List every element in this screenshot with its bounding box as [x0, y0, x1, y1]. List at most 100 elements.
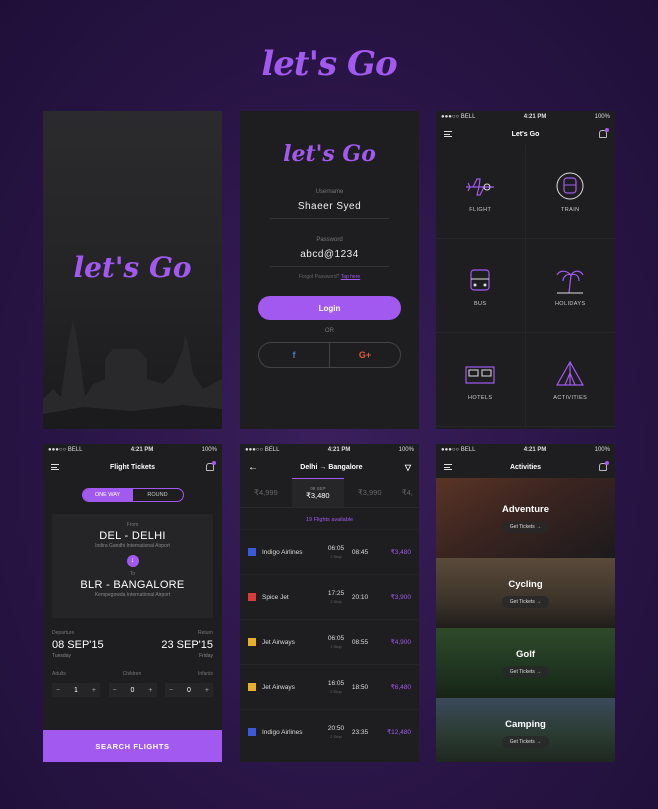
notification-icon[interactable] [598, 128, 609, 138]
children-stepper[interactable]: − 0 + [108, 683, 157, 697]
date-tab[interactable]: ₹4, [396, 478, 419, 507]
date-selector: Departure 08 SEP'15 Tuesday Return 23 SE… [43, 630, 222, 659]
category-hotels[interactable]: HOTELS [436, 333, 526, 427]
tickets-navbar: Flight Tickets [43, 456, 222, 478]
airline-name: Indigo Airlines [262, 548, 303, 556]
login-screen: let's Go Username Shaeer Syed Password a… [240, 111, 419, 429]
passenger-steppers: − 1 + − 0 + − 0 + [43, 683, 222, 697]
password-field[interactable]: abcd@1234 [270, 249, 389, 267]
flight-list: Indigo Airlines 06:05 1 Stop 08:45 ₹3,480 Spi… [240, 529, 419, 754]
splash-screen: let's Go [43, 111, 222, 429]
status-bar: ●●●○○ BELL 4:21 PM 100% [240, 444, 419, 456]
return-day: Friday [199, 653, 213, 659]
forgot-password: Forgot Password? Tap here [240, 274, 419, 280]
get-tickets-button[interactable]: Get Tickets → [501, 665, 550, 678]
departure-time: 20:50 2 Stop [327, 725, 345, 739]
date-tab-selected[interactable]: 08 SEP ₹3,480 [291, 478, 344, 507]
login-button[interactable]: Login [258, 296, 401, 320]
route-card[interactable]: From DEL - DELHI Indira Gandhi Internati… [52, 514, 213, 618]
category-grid: FLIGHT TRAIN BUS HOLIDAYS HOTELS ACTIVIT… [436, 145, 615, 427]
category-label: HOLIDAYS [554, 300, 586, 307]
get-tickets-button[interactable]: Get Tickets → [501, 520, 550, 533]
departure-time: 17:25 1 Stop [327, 590, 345, 604]
menu-icon[interactable] [444, 131, 452, 137]
activities-screen: ●●●○○ BELL 4:21 PM 100% Activities Adven… [436, 444, 615, 762]
activity-card-golf[interactable]: Golf Get Tickets → [436, 628, 615, 698]
google-plus-icon[interactable]: G+ [330, 343, 400, 367]
search-flights-button[interactable]: SEARCH FLIGHTS [43, 730, 222, 762]
menu-icon[interactable] [51, 464, 59, 470]
one-way-tab[interactable]: ONE WAY [82, 489, 133, 501]
category-activities[interactable]: ACTIVITIES [525, 333, 615, 427]
clock: 4:21 PM [327, 447, 351, 453]
menu-icon[interactable] [444, 464, 452, 470]
plus-icon[interactable]: + [148, 687, 152, 694]
category-train[interactable]: TRAIN [525, 145, 615, 239]
activities-navbar: Activities [436, 456, 615, 478]
departure-day: Tuesday [52, 653, 71, 659]
airline-logo-icon [248, 683, 256, 691]
airline-name: Indigo Airlines [262, 728, 303, 736]
facebook-icon[interactable]: f [259, 343, 330, 367]
plane-icon [466, 177, 495, 196]
login-logo: let's Go [283, 141, 376, 167]
infants-stepper[interactable]: − 0 + [165, 683, 213, 697]
activity-name: Golf [516, 648, 535, 660]
airline-logo-icon [248, 638, 256, 646]
children-label: Children [122, 671, 142, 677]
flight-row[interactable]: Indigo Airlines 06:05 1 Stop 08:45 ₹3,480 [240, 529, 419, 574]
infants-count: 0 [187, 686, 191, 694]
category-bus[interactable]: BUS [436, 239, 526, 333]
activity-card-adventure[interactable]: Adventure Get Tickets → [436, 478, 615, 558]
username-field[interactable]: Shaeer Syed [270, 201, 389, 219]
splash-logo: let's Go [73, 251, 192, 284]
filter-icon[interactable]: ▽ [405, 463, 411, 472]
flight-row[interactable]: Indigo Airlines 20:50 2 Stop 23:35 ₹12,480 [240, 709, 419, 754]
plus-icon[interactable]: + [92, 687, 96, 694]
back-arrow-icon[interactable]: ← [248, 462, 258, 473]
flight-row[interactable]: Jet Airways 16:05 2 Stop 18:50 ₹6,480 [240, 664, 419, 709]
to-airport: Kempegowda International Airport [94, 592, 171, 598]
airline-name: Jet Airways [262, 638, 295, 646]
minus-icon[interactable]: − [56, 687, 60, 694]
from-airport: Indira Gandhi International Airport [95, 543, 170, 549]
flight-price: ₹4,900 [390, 639, 411, 646]
adults-stepper[interactable]: − 1 + [52, 683, 100, 697]
children-count: 0 [130, 686, 135, 694]
username-label: Username [315, 189, 344, 195]
minus-icon[interactable]: − [169, 687, 173, 694]
flight-row[interactable]: Jet Airways 06:05 1 Stop 08:55 ₹4,900 [240, 619, 419, 664]
social-login: f G+ [258, 342, 401, 368]
train-icon [556, 172, 584, 199]
swap-arrow-icon[interactable]: ↓ [126, 555, 139, 567]
trip-type-toggle: ONE WAY ROUND [81, 488, 184, 502]
arrival-time: 18:50 [351, 683, 369, 691]
tap-here-link[interactable]: Tap here [341, 274, 360, 280]
minus-icon[interactable]: − [113, 687, 117, 694]
get-tickets-button[interactable]: Get Tickets → [501, 595, 550, 608]
notification-icon[interactable] [599, 461, 609, 471]
forgot-text: Forgot Password? [298, 274, 340, 280]
tent-icon [556, 360, 585, 386]
arrival-time: 20:10 [351, 593, 369, 601]
flight-row[interactable]: Spice Jet 17:25 1 Stop 20:10 ₹3,900 [240, 574, 419, 619]
clock: 4:21 PM [523, 447, 547, 453]
return-date[interactable]: Return 23 SEP'15 Friday [161, 630, 213, 659]
flight-price: ₹6,480 [390, 684, 411, 691]
departure-date[interactable]: Departure 08 SEP'15 Tuesday [52, 630, 104, 659]
category-holidays[interactable]: HOLIDAYS [525, 239, 615, 333]
date-tab[interactable]: ₹3,990 [344, 478, 396, 507]
activities-title: Activities [509, 463, 542, 471]
plus-icon[interactable]: + [205, 687, 209, 694]
departure-time: 16:05 2 Stop [327, 680, 345, 694]
round-tab[interactable]: ROUND [133, 489, 183, 501]
activity-card-cycling[interactable]: Cycling Get Tickets → [436, 558, 615, 628]
arrival-time: 08:55 [351, 638, 369, 646]
get-tickets-button[interactable]: Get Tickets → [501, 735, 550, 748]
date-tab[interactable]: ₹4,999 [240, 478, 292, 507]
category-flight[interactable]: FLIGHT [436, 145, 526, 239]
return-value: 23 SEP'15 [161, 639, 213, 651]
departure-time: 06:05 1 Stop [327, 545, 345, 559]
notification-icon[interactable] [206, 461, 216, 471]
activity-card-camping[interactable]: Camping Get Tickets → [436, 698, 615, 762]
